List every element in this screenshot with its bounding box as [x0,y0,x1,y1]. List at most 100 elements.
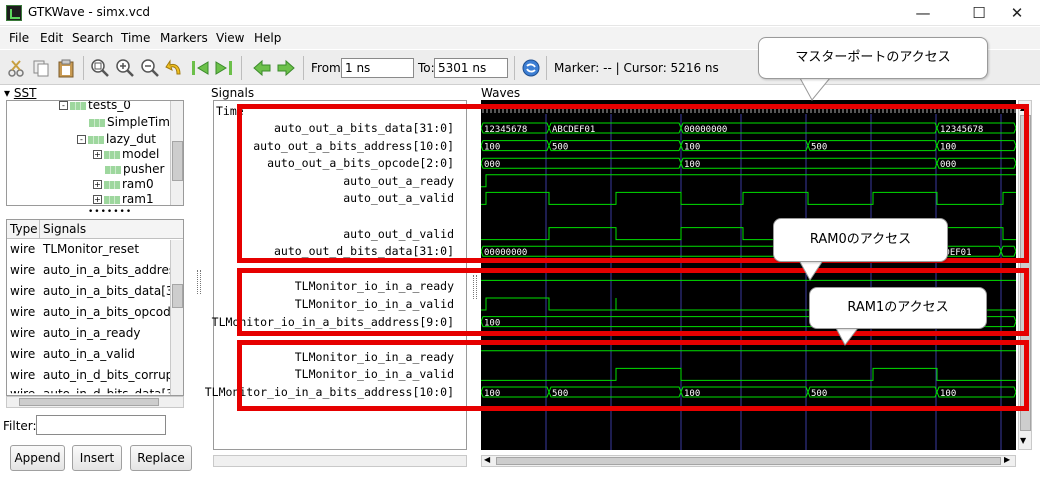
sst-header[interactable]: ▾ SST [4,86,36,100]
signal-name: TLMonitor_reset [43,242,140,256]
menu-markers[interactable]: Markers [160,31,208,45]
insert-button[interactable]: Insert [72,445,122,471]
ram0-callout: RAM0のアクセス [773,218,948,262]
sst-hierarchy-tree: - tests_0 SimpleTimer - lazy_dut + model pu… [6,100,184,206]
pane-splitter-grip[interactable]: ••••••• [88,207,132,217]
signal-type: wire [10,368,36,382]
tree-node-label: tests_0 [88,100,131,112]
signal-name: auto_in_d_bits_data[31:0 [43,387,184,396]
reload-icon[interactable] [521,58,541,78]
tree-node-model[interactable]: + model [93,147,159,161]
tree-node-label: model [122,147,160,161]
filter-label: Filter: [3,419,37,433]
undo-zoom-icon[interactable] [165,58,185,78]
module-icon [89,118,105,127]
module-icon [105,165,121,174]
cut-icon[interactable] [6,58,26,78]
tree-node-pusher[interactable]: pusher [105,162,164,176]
tree-scroll-thumb[interactable] [172,141,183,181]
tree-node-label: pusher [123,162,165,176]
tree-node-lazy-dut[interactable]: - lazy_dut [77,132,156,146]
tree-node-simpletimer[interactable]: SimpleTimer [89,115,182,129]
module-icon [70,101,86,110]
replace-button[interactable]: Replace [130,445,192,471]
to-label: To: [418,61,435,75]
tree-node-ram1[interactable]: + ram1 [93,192,154,206]
pane-resize-grip[interactable] [197,270,201,294]
menu-search[interactable]: Search [72,31,113,45]
append-button[interactable]: Append [10,445,65,471]
menu-help[interactable]: Help [254,31,281,45]
prev-edge-icon[interactable] [252,58,272,78]
expand-icon[interactable]: + [93,180,102,189]
signal-name: auto_in_a_bits_opcode[2: [43,305,184,319]
zoom-in-icon[interactable] [115,58,135,78]
copy-icon[interactable] [31,58,51,78]
signal-list-header: Type Signals [7,220,183,239]
signal-name: auto_in_a_bits_address[1 [43,263,184,277]
menu-view[interactable]: View [216,31,244,45]
minimize-button[interactable]: — [900,0,946,26]
signal-list-scroll-thumb[interactable] [172,284,183,308]
scroll-down-arrow-icon[interactable]: ▼ [1020,436,1026,445]
menu-time[interactable]: Time [121,31,150,45]
ram1-callout: RAM1のアクセス [809,287,987,329]
paste-icon[interactable] [56,58,76,78]
tree-node-label: lazy_dut [106,132,157,146]
waveform-hscrollbar[interactable]: ◀ ▶ [481,455,1016,467]
title-bar: GTKWave - simx.vcd — ☐ ✕ [0,0,1040,26]
menu-edit[interactable]: Edit [40,31,63,45]
signal-list: Type Signals wire TLMonitor_reset wire aut… [6,219,184,396]
signal-type: wire [10,387,36,396]
waveform-hscroll-thumb[interactable] [496,457,1001,465]
expand-icon[interactable]: + [93,150,102,159]
next-edge-icon[interactable] [276,58,296,78]
zoom-fit-icon[interactable] [90,58,110,78]
signal-list-hscroll-thumb[interactable] [19,398,159,406]
collapse-icon[interactable]: - [77,135,86,144]
signal-name: auto_in_a_bits_data[31:0 [43,284,184,298]
marker-cursor-readout: Marker: -- | Cursor: 5216 ns [554,61,719,75]
tree-node-tests-0[interactable]: - tests_0 [59,100,131,112]
menu-file[interactable]: File [9,31,29,45]
to-time-input[interactable] [434,58,508,78]
gtkwave-app-icon [6,5,22,21]
window-title: GTKWave - simx.vcd [28,5,151,19]
signals-header: Signals [211,86,255,100]
tree-node-label: ram0 [122,177,154,191]
collapse-icon[interactable]: - [59,101,68,110]
tree-node-ram0[interactable]: + ram0 [93,177,154,191]
tree-node-label: ram1 [122,192,154,206]
module-icon [104,150,120,159]
signal-name: auto_in_a_ready [43,326,141,340]
signal-name: auto_in_a_valid [43,347,136,361]
scroll-right-arrow-icon[interactable]: ▶ [1004,455,1010,464]
module-icon [88,135,104,144]
signal-list-scrollbar[interactable] [170,240,183,395]
signal-type: wire [10,326,36,340]
column-type[interactable]: Type [10,222,38,236]
signal-type: wire [10,263,36,277]
goto-end-icon[interactable] [214,58,234,78]
signal-type: wire [10,305,36,319]
from-time-input[interactable] [341,58,414,78]
sst-header-label: SST [13,86,37,100]
signals-hscrollbar[interactable] [213,455,467,467]
scroll-left-arrow-icon[interactable]: ◀ [484,455,490,464]
module-icon [104,180,120,189]
expand-icon[interactable]: + [93,195,102,204]
ram1-highlight [237,340,1029,411]
tree-scrollbar[interactable] [170,101,183,205]
zoom-out-icon[interactable] [140,58,160,78]
filter-input[interactable] [36,415,166,435]
signal-name: auto_in_d_bits_corrupt [43,368,178,382]
signal-type: wire [10,242,36,256]
signal-list-hscrollbar[interactable] [6,396,184,408]
signal-type: wire [10,284,36,298]
close-button[interactable]: ✕ [994,0,1040,26]
master-port-callout: マスターポートのアクセス [758,37,988,79]
from-label: From: [311,61,345,75]
waves-header: Waves [481,86,521,100]
goto-start-icon[interactable] [190,58,210,78]
column-signals[interactable]: Signals [43,222,86,236]
